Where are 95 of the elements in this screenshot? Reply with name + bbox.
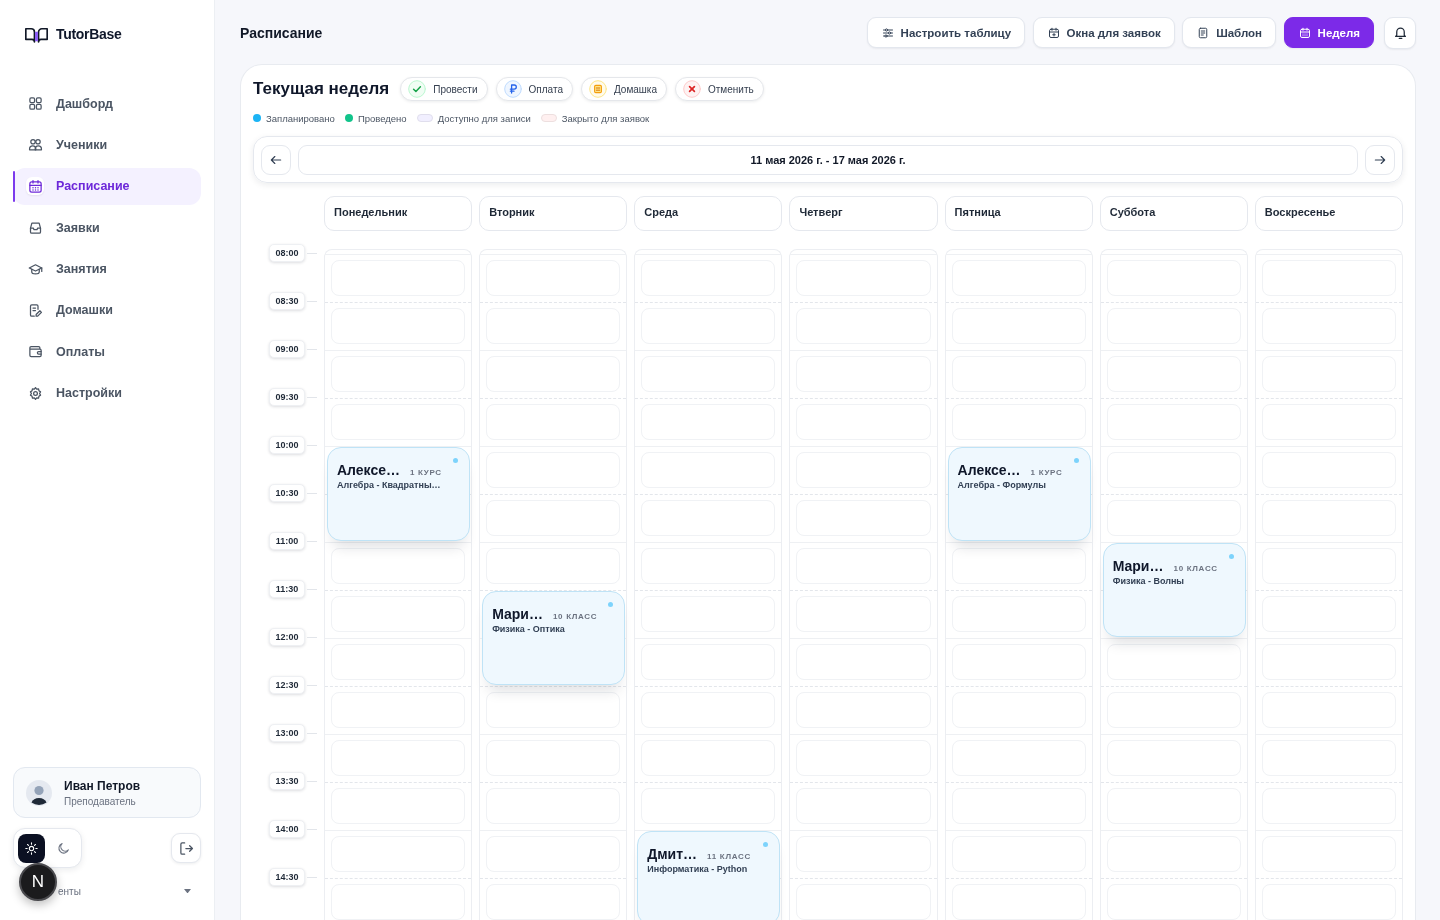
time-slot[interactable] [1106,644,1241,680]
lesson-card[interactable]: Алексе… 1 КУРС Алгебра - Формулы [947,447,1091,541]
page-title: Расписание [240,24,323,41]
legend-label: Закрыто для заявок [561,112,650,124]
legend-label: Проведено [357,112,407,124]
sliders-icon [881,26,894,39]
action-tag: Отменить [675,77,764,101]
time-label: 11:00 [269,532,305,550]
calendar-icon [26,177,44,196]
lesson-subject: Физика - Волны [1112,576,1186,586]
dev-tools-button[interactable]: N [19,863,57,901]
time-label: 11:30 [269,580,305,598]
date-range-field[interactable]: 11 мая 2026 г. - 17 мая 2026 г. [298,144,1358,175]
calendar-icon [1298,26,1311,39]
lesson-card[interactable]: Мари… 10 КЛАСС Физика - Оптика [482,591,626,685]
legend-label: Запланировано [266,112,335,124]
time-label: 12:30 [269,676,305,694]
action-tag: Домашка [580,77,667,101]
grade-label: 10 КЛАСС [552,612,598,621]
section-title: Текущая неделя [253,79,390,99]
nav-item[interactable]: Занятия [13,250,201,288]
section-label: енты [58,885,81,897]
time-label: 08:00 [269,244,305,262]
time-label: 09:00 [269,340,305,358]
day-header: Вторник [479,196,628,231]
light-theme-button[interactable] [18,833,45,863]
time-label: 09:30 [269,388,305,406]
document-icon [1197,26,1210,39]
student-name: Дмит… [647,846,698,862]
time-slot[interactable] [486,692,621,728]
toolbar-button[interactable]: Настроить таблицу [866,17,1026,48]
nav-item[interactable]: Домашки [13,291,201,329]
note-icon [588,80,607,98]
time-slot[interactable] [331,548,466,584]
action-tag: Оплата [495,77,573,101]
check-icon [408,80,427,98]
grade-label: 1 КУРС [1030,468,1063,477]
student-name: Алексе… [337,462,400,478]
lesson-card[interactable]: Алексе… 1 КУРС Алгебра - Квадратны… [327,447,471,541]
sun-icon [24,841,38,855]
moon-icon [57,841,71,855]
day-header: Пятница [944,196,1093,231]
calendar-plus-icon [1047,26,1060,39]
day-header: Среда [634,196,783,231]
time-label: 10:00 [269,436,305,454]
day-header: Четверг [789,196,938,231]
student-name: Мари… [492,606,543,622]
legend-label: Доступно для записи [437,112,531,124]
previous-week-button[interactable] [261,144,291,175]
time-label: 14:30 [269,868,305,886]
time-label: 13:00 [269,724,305,742]
logout-button[interactable] [171,833,201,863]
toolbar-button[interactable]: Окна для заявок [1032,17,1175,48]
grade-label: 11 КЛАСС [707,852,751,861]
grid-icon [26,94,44,113]
day-header: Воскресенье [1254,196,1403,231]
student-name: Мари… [1112,558,1164,574]
nav-item[interactable]: Оплаты [13,333,201,371]
ruble-icon [503,80,522,98]
lesson-subject: Информатика - Python [647,864,749,874]
lesson-card[interactable]: Мари… 10 КЛАСС Физика - Волны [1102,543,1246,637]
nav-item[interactable]: Дашборд [13,85,201,122]
time-label: 14:00 [269,820,305,838]
time-label: 12:00 [269,628,305,646]
student-name: Алексе… [957,462,1021,478]
book-icon [25,25,48,43]
nav-item[interactable]: Расписание [13,167,201,205]
lesson-card[interactable]: Дмит… 11 КЛАСС Информатика - Python [637,831,781,920]
time-slot[interactable] [951,548,1086,584]
toolbar-button[interactable]: Шаблон [1182,17,1277,48]
user-name: Иван Петров [64,778,141,793]
action-tag: Провести [400,77,488,101]
day-header: Суббота [1099,196,1248,231]
app-logo: TutorBase [56,26,122,42]
cross-icon [683,80,701,98]
notifications-button[interactable] [1384,16,1416,49]
day-header: Понедельник [324,196,473,231]
logout-icon [178,840,194,856]
lesson-subject: Физика - Оптика [492,624,566,634]
toolbar-button[interactable]: Неделя [1283,17,1374,48]
time-label: 10:30 [269,484,305,502]
avatar-icon [26,779,52,806]
grade-label: 1 КУРС [410,468,442,477]
next-week-button[interactable] [1365,144,1395,175]
lesson-subject: Алгебра - Формулы [957,480,1047,490]
nav-item[interactable]: Настройки [13,374,201,412]
bell-icon [1392,25,1408,40]
lesson-subject: Алгебра - Квадратны… [337,480,442,490]
caret-icon [184,888,191,894]
user-role: Преподаватель [64,795,137,807]
time-label: 08:30 [269,292,305,310]
nav-item[interactable]: Заявки [13,209,201,247]
grade-label: 10 КЛАСС [1173,564,1218,573]
time-label: 13:30 [269,772,305,790]
nav-item[interactable]: Ученики [13,126,201,164]
